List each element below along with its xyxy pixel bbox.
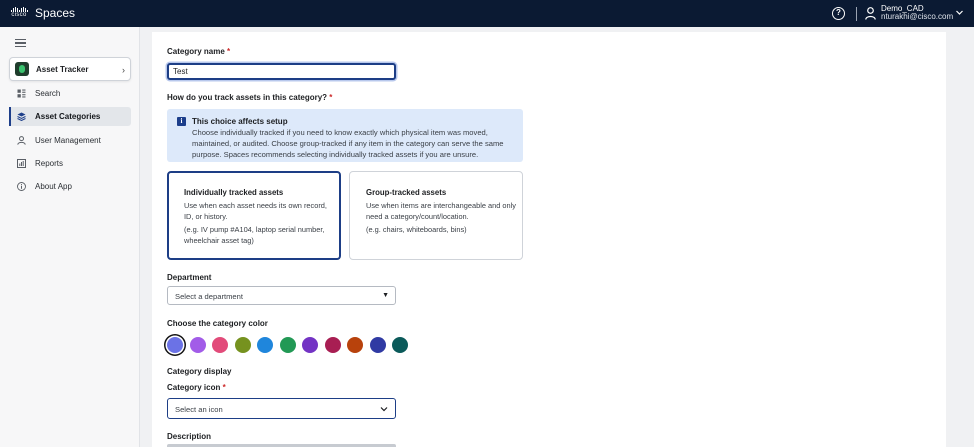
chevron-right-icon: › — [122, 65, 125, 75]
description-label: Description — [167, 432, 212, 441]
hamburger-menu-icon[interactable] — [15, 39, 26, 47]
color-swatch[interactable] — [369, 337, 386, 353]
sidebar-item-reports[interactable]: Reports — [9, 154, 131, 173]
layers-icon — [17, 112, 26, 121]
sidebar-item-label: Reports — [35, 159, 64, 168]
report-icon — [17, 159, 26, 168]
color-swatch[interactable] — [302, 337, 318, 353]
topbar-divider — [856, 7, 857, 21]
sidebar-item-search[interactable]: Search — [9, 84, 131, 103]
app-name: Spaces — [35, 6, 76, 20]
sidebar-item-label: Asset Categories — [35, 112, 101, 121]
option-title: Individually tracked assets — [184, 188, 284, 197]
option-example: (e.g. chairs, whiteboards, bins) — [366, 225, 467, 234]
category-display-label: Category display — [167, 367, 232, 376]
department-select[interactable]: Select a department ▼ — [167, 286, 396, 305]
color-swatch[interactable] — [212, 337, 228, 353]
tracking-question-label: How do you track assets in this category… — [167, 93, 333, 102]
color-swatch[interactable] — [257, 337, 273, 353]
user-icon — [17, 136, 26, 145]
sidebar-item-about-app[interactable]: About App — [9, 177, 131, 196]
sidebar-item-user-management[interactable]: User Management — [9, 131, 131, 150]
category-name-input[interactable] — [167, 63, 396, 80]
option-example: (e.g. IV pump #A104, laptop serial numbe… — [184, 225, 325, 245]
color-swatch[interactable] — [234, 337, 251, 353]
category-name-label: Category name * — [167, 47, 231, 56]
category-icon-select[interactable]: Select an icon — [167, 398, 396, 419]
sidebar-item-label: About App — [35, 182, 72, 191]
category-color-label: Choose the category color — [167, 319, 268, 328]
department-select-placeholder: Select a department — [175, 292, 243, 301]
info-icon: i — [177, 117, 186, 126]
option-title: Group-tracked assets — [366, 188, 447, 197]
top-bar: cisco Spaces ? Demo_CAD nturakhi@cisco.c… — [0, 0, 974, 27]
chevron-down-icon — [380, 407, 388, 412]
info-icon — [17, 182, 26, 191]
brand[interactable]: cisco Spaces — [9, 6, 75, 20]
user-icon[interactable] — [865, 7, 876, 20]
chevron-down-icon[interactable] — [955, 8, 964, 17]
caret-down-icon: ▼ — [382, 292, 389, 299]
color-swatch[interactable] — [167, 337, 183, 353]
option-description: Use when each asset needs its own record… — [184, 201, 327, 221]
asset-tracker-logo-icon — [15, 62, 29, 76]
department-label: Department — [167, 273, 212, 282]
info-banner: i This choice affects setup Choose indiv… — [167, 109, 523, 162]
search-icon — [17, 89, 26, 98]
group-tracked-option[interactable]: Group-tracked assets Use when items are … — [349, 171, 523, 260]
info-banner-text: Choose individually tracked if you need … — [192, 128, 504, 159]
individually-tracked-option[interactable]: Individually tracked assets Use when eac… — [167, 171, 341, 260]
color-swatch[interactable] — [392, 337, 408, 353]
category-form: Category name * How do you track assets … — [152, 32, 946, 447]
color-swatch[interactable] — [347, 337, 363, 353]
sidebar-item-label: User Management — [35, 136, 101, 145]
option-description: Use when items are interchangeable and o… — [366, 201, 516, 221]
question-circle-icon[interactable]: ? — [832, 7, 845, 20]
cisco-logo: cisco — [9, 7, 29, 19]
category-icon-select-placeholder: Select an icon — [175, 405, 223, 414]
required-marker: * — [227, 47, 231, 56]
required-marker: * — [329, 93, 333, 102]
app-switcher-label: Asset Tracker — [36, 65, 89, 74]
info-banner-title: This choice affects setup — [192, 117, 288, 126]
app-switcher[interactable]: Asset Tracker › — [9, 57, 131, 81]
category-icon-label: Category icon * — [167, 383, 226, 392]
sidebar-item-asset-categories[interactable]: Asset Categories — [9, 107, 131, 126]
required-marker: * — [222, 383, 226, 392]
color-swatch[interactable] — [189, 337, 206, 353]
sidebar-item-label: Search — [35, 89, 61, 98]
sidebar: Asset Tracker › Search Asset Categories … — [0, 27, 140, 447]
color-swatch[interactable] — [324, 337, 341, 353]
user-email[interactable]: nturakhi@cisco.com — [881, 12, 953, 21]
cisco-logo-text: cisco — [11, 12, 27, 18]
color-swatch[interactable] — [279, 337, 296, 353]
